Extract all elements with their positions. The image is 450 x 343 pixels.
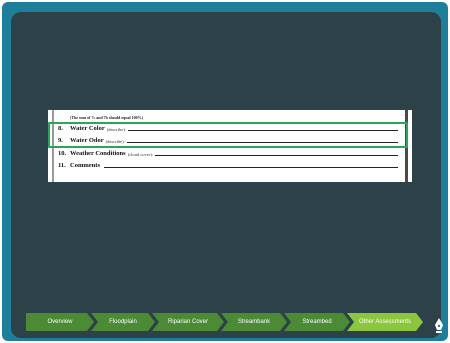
nav-label: Streambed [302,319,332,325]
row-answer-line [103,167,398,168]
row-label: Water Color [70,125,105,132]
row-answer-line [127,130,398,131]
pen-nib-icon[interactable] [433,318,445,334]
row-hint: (describe): [106,127,126,132]
form-note: (The sum of 7c and 7b should equal 100%) [70,115,143,120]
row-number: 9. [58,137,63,144]
row-number: 8. [58,125,63,132]
nav-other-assessments[interactable]: Other Assessments [347,313,423,331]
nav-label: Streambank [237,319,271,325]
row-hint: (cloud cover): [127,152,154,157]
nav-floodplain[interactable]: Floodplain [91,313,155,331]
nav-label: Overview [47,319,73,325]
row-number: 11. [58,162,66,169]
nav-overview[interactable]: Overview [26,313,94,331]
row-hint: (describe): [105,139,125,144]
row-answer-line [155,155,398,156]
nav-label: Floodplain [109,319,137,325]
nav-streambank[interactable]: Streambank [221,313,287,331]
section-nav: Overview Floodplain Riparian Cover Strea… [26,313,428,331]
nav-label: Riparian Cover [167,319,209,325]
row-label: Water Odor [70,137,104,144]
field-form-excerpt: (The sum of 7c and 7b should equal 100%)… [48,110,412,182]
form-row-comments: 11. Comments [58,160,398,169]
row-number: 10. [58,150,67,157]
form-row-weather: 10. Weather Conditions (cloud cover): [58,148,398,157]
nav-label: Other Assessments [358,319,412,325]
row-label: Weather Conditions [70,150,126,157]
form-row-water-odor: 9. Water Odor (describe): [58,135,398,144]
nav-streambed[interactable]: Streambed [284,313,350,331]
row-answer-line [126,142,398,143]
row-label: Comments [70,162,100,169]
nav-riparian-cover[interactable]: Riparian Cover [152,313,224,331]
form-row-water-color: 8. Water Color (describe): [58,123,398,132]
